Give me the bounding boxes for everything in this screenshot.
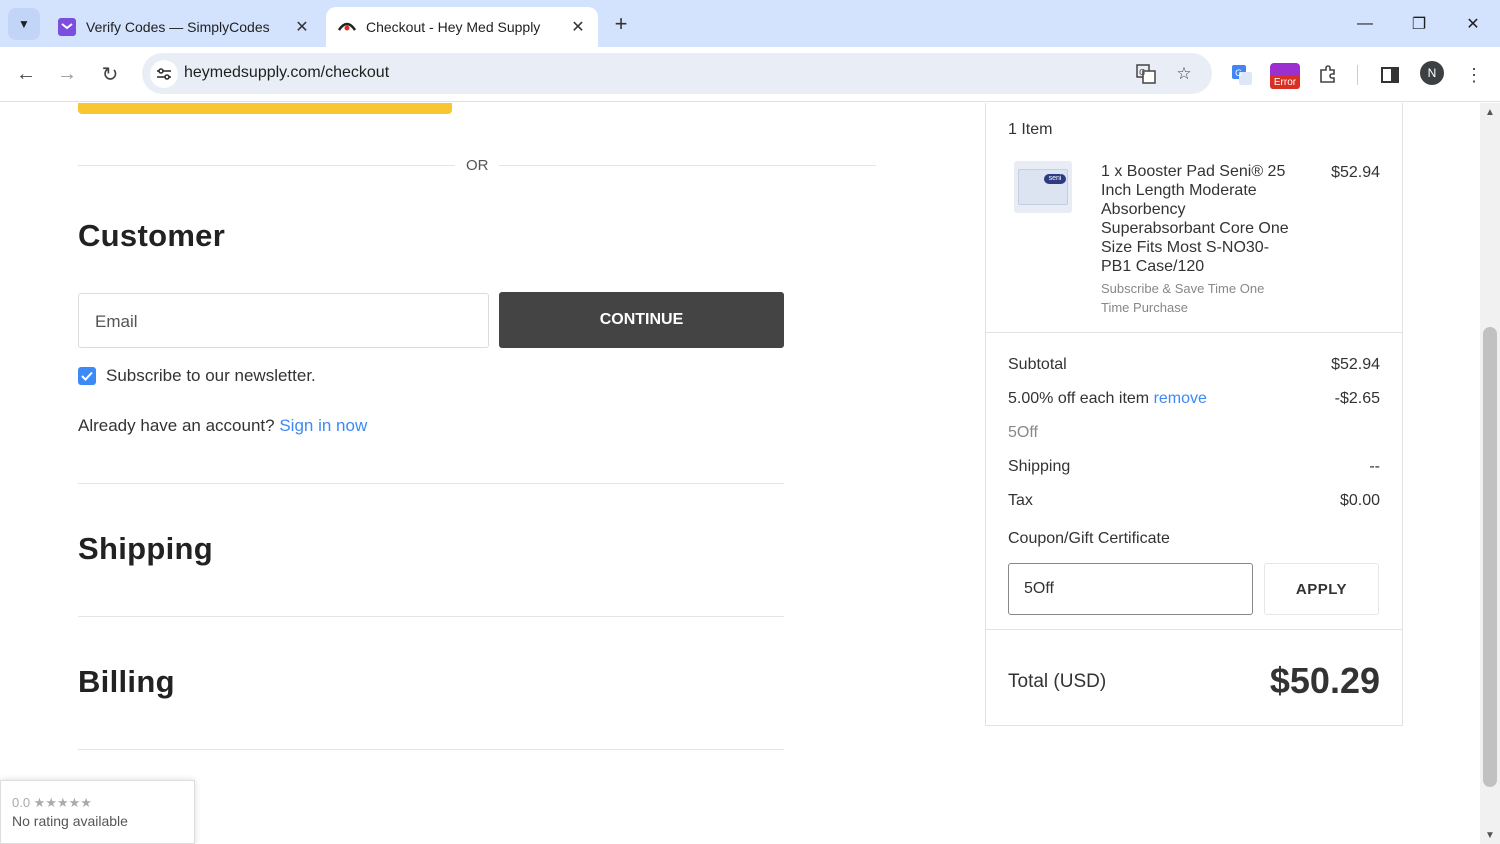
divider — [499, 165, 876, 166]
shipping-label: Shipping — [1008, 458, 1071, 475]
tax-value: $0.00 — [1339, 492, 1380, 509]
heymed-favicon-icon — [338, 18, 356, 36]
close-icon[interactable]: ✕ — [290, 15, 314, 39]
billing-heading: Billing — [78, 664, 175, 699]
divider — [78, 749, 784, 750]
brand-badge: seni — [1044, 174, 1066, 184]
product-thumbnail: seni — [1014, 161, 1072, 213]
divider — [986, 332, 1402, 333]
subtotal-value: $52.94 — [1331, 356, 1380, 373]
rating-widget[interactable]: 0.0 ★★★★★ No rating available — [0, 780, 195, 844]
close-icon[interactable]: ✕ — [566, 15, 590, 39]
address-bar[interactable]: heymedsupply.com/checkout G ☆ — [142, 53, 1212, 94]
divider — [986, 629, 1402, 630]
plus-icon[interactable]: + — [606, 10, 636, 38]
window-close-icon[interactable]: ✕ — [1446, 0, 1500, 47]
tune-icon[interactable] — [150, 60, 178, 88]
tab-title: Verify Codes — SimplyCodes — [86, 19, 270, 35]
avatar[interactable]: N — [1420, 61, 1444, 85]
reload-icon[interactable]: ↻ — [95, 59, 125, 89]
checkmark-icon — [81, 371, 93, 381]
continue-button[interactable]: CONTINUE — [499, 292, 784, 348]
coupon-input[interactable]: 5Off — [1008, 563, 1253, 615]
product-price: $52.94 — [1331, 164, 1380, 181]
arrow-right-icon[interactable]: → — [52, 59, 82, 89]
scrollbar-thumb[interactable] — [1483, 327, 1497, 787]
page-scrollbar[interactable]: ▲ ▼ — [1480, 103, 1500, 844]
translate-icon[interactable]: G — [1134, 62, 1158, 86]
email-placeholder: Email — [95, 312, 138, 331]
rating-score: 0.0 ★★★★★ — [12, 795, 92, 810]
total-label: Total (USD) — [1008, 671, 1107, 692]
discount-code: 5Off — [1008, 424, 1038, 441]
kebab-menu-icon[interactable]: ⋮ — [1460, 61, 1488, 89]
email-field[interactable]: Email — [78, 293, 489, 348]
scroll-down-icon[interactable]: ▼ — [1480, 826, 1500, 844]
tax-row: Tax $0.00 — [1008, 492, 1380, 510]
or-separator: OR — [466, 157, 489, 174]
tab-verify-codes[interactable]: Verify Codes — SimplyCodes ✕ — [46, 7, 322, 47]
shipping-row: Shipping -- — [1008, 458, 1380, 476]
divider — [78, 616, 784, 617]
item-count: 1 Item — [1008, 121, 1053, 138]
discount-value: -$2.65 — [1334, 390, 1380, 407]
discount-row: 5.00% off each item remove -$2.65 — [1008, 390, 1380, 408]
browser-toolbar: ← → ↻ heymedsupply.com/checkout G ☆ G Er… — [0, 47, 1500, 102]
puzzle-icon[interactable] — [1314, 61, 1342, 89]
product-name: 1 x Booster Pad Seni® 25 Inch Length Mod… — [1101, 163, 1289, 275]
simplycodes-favicon-icon — [58, 18, 76, 36]
discount-label: 5.00% off each item — [1008, 390, 1150, 407]
url-text: heymedsupply.com/checkout — [184, 64, 390, 81]
remove-discount-link[interactable]: remove — [1154, 390, 1207, 407]
express-checkout-button[interactable] — [78, 103, 452, 114]
coupon-value: 5Off — [1024, 580, 1054, 597]
restore-icon[interactable]: ❐ — [1392, 0, 1446, 47]
tab-title: Checkout - Hey Med Supply — [366, 19, 541, 35]
tab-checkout[interactable]: Checkout - Hey Med Supply ✕ — [326, 7, 598, 47]
rating-text: No rating available — [12, 813, 128, 829]
side-panel-icon[interactable] — [1376, 61, 1404, 89]
divider — [78, 165, 455, 166]
chevron-down-icon: ▼ — [18, 17, 30, 31]
google-translate-extension-icon[interactable]: G — [1228, 61, 1256, 89]
product-option: Subscribe & Save Time One Time Purchase — [1101, 281, 1265, 315]
extension-error-badge: Error — [1270, 76, 1300, 89]
scroll-up-icon[interactable]: ▲ — [1480, 103, 1500, 121]
checkout-page: OR Customer Email CONTINUE Subscribe to … — [0, 103, 1480, 844]
star-icon[interactable]: ☆ — [1172, 62, 1196, 86]
sign-in-link[interactable]: Sign in now — [279, 416, 367, 435]
apply-button[interactable]: APPLY — [1264, 563, 1379, 615]
tax-label: Tax — [1008, 492, 1033, 509]
divider — [78, 483, 784, 484]
subtotal-row: Subtotal $52.94 — [1008, 356, 1380, 374]
shipping-heading: Shipping — [78, 531, 213, 566]
coupon-label: Coupon/Gift Certificate — [1008, 530, 1170, 547]
newsletter-label[interactable]: Subscribe to our newsletter. — [106, 366, 316, 386]
order-summary: 1 Item seni 1 x Booster Pad Seni® 25 Inc… — [985, 103, 1403, 726]
error-extension-icon[interactable]: Error — [1270, 63, 1300, 89]
minimize-icon[interactable]: — — [1338, 0, 1392, 47]
subtotal-label: Subtotal — [1008, 356, 1067, 373]
account-prompt-text: Already have an account? — [78, 416, 275, 435]
svg-text:G: G — [1139, 68, 1145, 77]
svg-text:G: G — [1235, 69, 1242, 79]
tab-strip: ▼ Verify Codes — SimplyCodes ✕ Checkout … — [0, 0, 1500, 47]
toolbar-separator — [1357, 65, 1358, 85]
arrow-left-icon[interactable]: ← — [11, 59, 41, 89]
account-prompt: Already have an account? Sign in now — [78, 416, 367, 436]
shipping-value: -- — [1369, 458, 1380, 475]
customer-heading: Customer — [78, 218, 226, 253]
newsletter-checkbox[interactable] — [78, 367, 96, 385]
tab-search-button[interactable]: ▼ — [8, 8, 40, 40]
total-value: $50.29 — [1269, 660, 1380, 701]
